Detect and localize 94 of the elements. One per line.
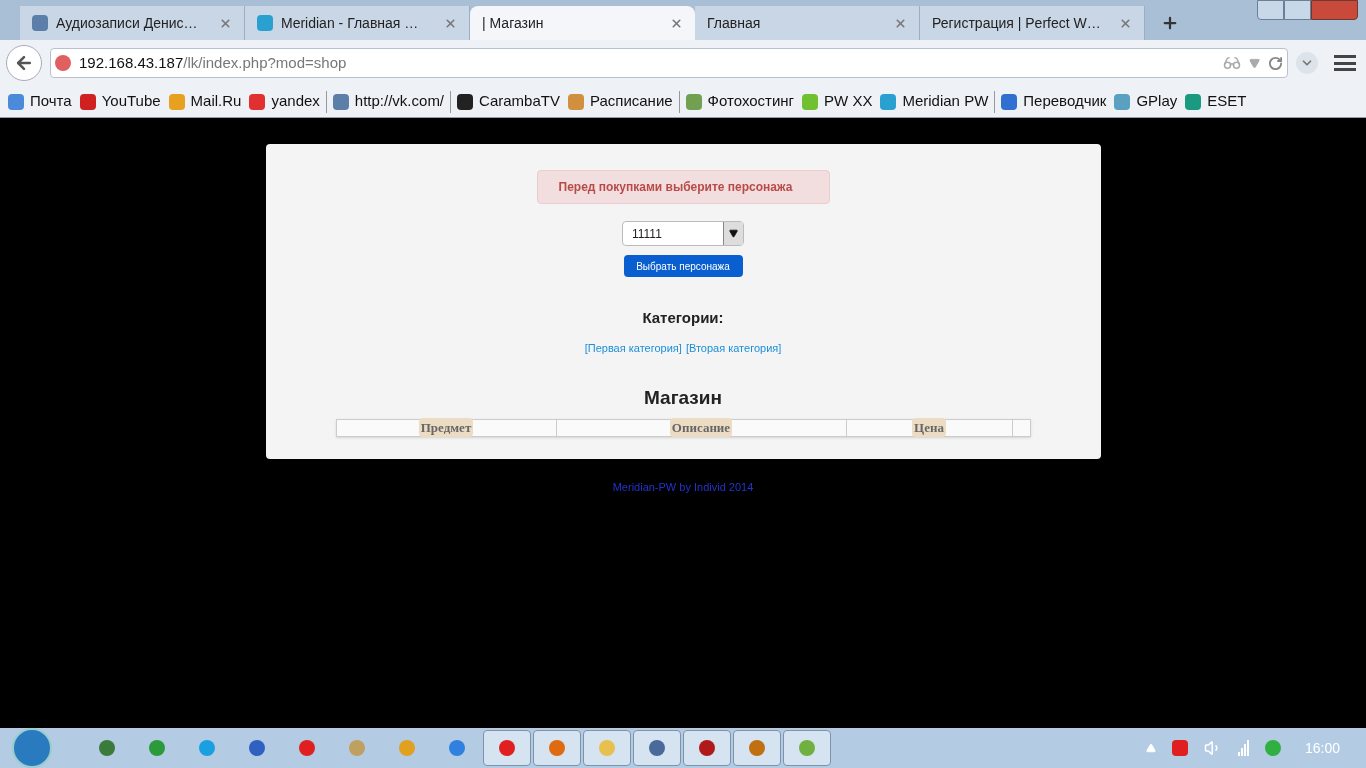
taskbar-app-button[interactable] (783, 730, 831, 766)
taskbar-app-button[interactable] (633, 730, 681, 766)
taskbar-app-button[interactable] (683, 730, 731, 766)
minimize-button[interactable] (1257, 0, 1284, 20)
site-icon (880, 93, 897, 110)
alert-message: Перед покупками выберите персонажа (536, 170, 830, 204)
close-button[interactable] (1311, 0, 1358, 20)
bookmark-link[interactable]: YouTube (75, 90, 165, 113)
url-text: 192.168.43.187/lk/index.php?mod=shop (79, 52, 348, 73)
browser-tab[interactable]: Главная (695, 6, 920, 40)
app-icon (599, 740, 615, 756)
caret-icon (729, 229, 738, 238)
bookmark-link[interactable]: GPlay (1110, 90, 1182, 113)
bookmark-link[interactable]: Фотохостинг (681, 90, 799, 113)
browser-tab[interactable]: | Магазин (470, 6, 695, 40)
bookmark-link[interactable]: Mail.Ru (164, 90, 246, 113)
address-field[interactable]: 192.168.43.187/lk/index.php?mod=shop (50, 48, 1288, 78)
site-icon (79, 93, 96, 110)
tab-title: Аудиозаписи Денис… (56, 13, 199, 33)
site-icon (8, 93, 24, 110)
app-icon (249, 740, 265, 756)
bookmark-link[interactable]: http://vk.com/ (328, 90, 449, 113)
bookmark-link[interactable]: PW XX (798, 90, 877, 113)
bookmark-link[interactable]: Переводчик (997, 90, 1111, 113)
app-icon (399, 740, 415, 756)
taskbar-app-button[interactable] (483, 730, 531, 766)
taskbar-app-button[interactable] (533, 730, 581, 766)
restore-button[interactable] (1284, 0, 1311, 20)
reload-icon[interactable] (1268, 55, 1283, 71)
site-icon (257, 15, 273, 31)
tab-title: Meridian - Главная … (281, 13, 420, 33)
app-icon (649, 740, 665, 756)
close-icon[interactable] (444, 16, 457, 30)
app-icon (799, 740, 815, 756)
app-icon (299, 740, 315, 756)
site-icon (1114, 93, 1131, 110)
start-button[interactable] (12, 728, 52, 768)
back-button[interactable] (6, 45, 42, 81)
signal-icon[interactable] (1237, 740, 1249, 756)
select-character-button[interactable]: Выбрать персонажа (623, 255, 743, 277)
close-icon[interactable] (1119, 16, 1132, 30)
tab-title: Главная (707, 13, 762, 33)
bookmark-link[interactable]: Почта (4, 90, 76, 113)
dropdown-icon[interactable] (1249, 57, 1260, 69)
app-icon (349, 740, 365, 756)
character-select[interactable]: 11111 (622, 221, 744, 246)
site-icon (55, 55, 71, 71)
tab-title: Регистрация | Perfect W… (932, 13, 1102, 33)
tab-title: | Магазин (482, 13, 545, 33)
tray-app-icon[interactable] (1171, 740, 1188, 756)
app-icon (499, 740, 515, 756)
bookmark-link[interactable]: ESET (1181, 90, 1251, 113)
site-icon (567, 93, 584, 110)
site-icon (332, 93, 349, 110)
close-icon[interactable] (894, 16, 907, 30)
site-icon (249, 93, 266, 110)
app-icon (699, 740, 715, 756)
browser-tab[interactable]: Meridian - Главная … (245, 6, 470, 40)
app-icon (749, 740, 765, 756)
column-header: Описание (669, 417, 733, 438)
app-icon (99, 740, 115, 756)
close-icon[interactable] (670, 16, 683, 30)
footer-text: Meridian-PW by Individ 2014 (612, 480, 754, 495)
app-icon (199, 740, 215, 756)
browser-tab[interactable]: Регистрация | Perfect W… (920, 6, 1145, 40)
bookmark-link[interactable]: yandex (245, 90, 324, 113)
browser-tab[interactable]: Аудиозаписи Денис… (20, 6, 245, 40)
app-icon (549, 740, 565, 756)
column-header: Цена (912, 417, 946, 438)
site-icon (457, 93, 474, 110)
app-icon (149, 740, 165, 756)
chevron-button[interactable] (1296, 52, 1318, 74)
site-icon (1001, 93, 1018, 110)
reader-icon[interactable] (1223, 54, 1241, 72)
app-icon (449, 740, 465, 756)
site-icon (168, 93, 185, 110)
bookmark-link[interactable]: Расписание (563, 90, 677, 113)
site-icon (1185, 93, 1202, 110)
taskbar-app-button[interactable] (733, 730, 781, 766)
site-icon (32, 15, 48, 31)
column-header: Предмет (418, 417, 474, 438)
site-icon (685, 93, 702, 110)
tray-arrow-icon[interactable] (1145, 743, 1156, 753)
new-tab-icon[interactable] (1161, 14, 1179, 32)
network-icon[interactable] (1264, 740, 1281, 756)
close-icon[interactable] (219, 16, 232, 30)
taskbar-app-button[interactable] (583, 730, 631, 766)
bookmark-link[interactable]: Meridian PW (876, 90, 993, 113)
dropdown-arrow-button[interactable] (723, 222, 743, 245)
site-icon (802, 93, 819, 110)
bookmark-link[interactable]: CarambaTV (453, 90, 564, 113)
shop-heading: Магазин (644, 386, 722, 410)
categories-heading: Категории: (642, 308, 724, 328)
menu-icon[interactable] (1334, 55, 1356, 71)
